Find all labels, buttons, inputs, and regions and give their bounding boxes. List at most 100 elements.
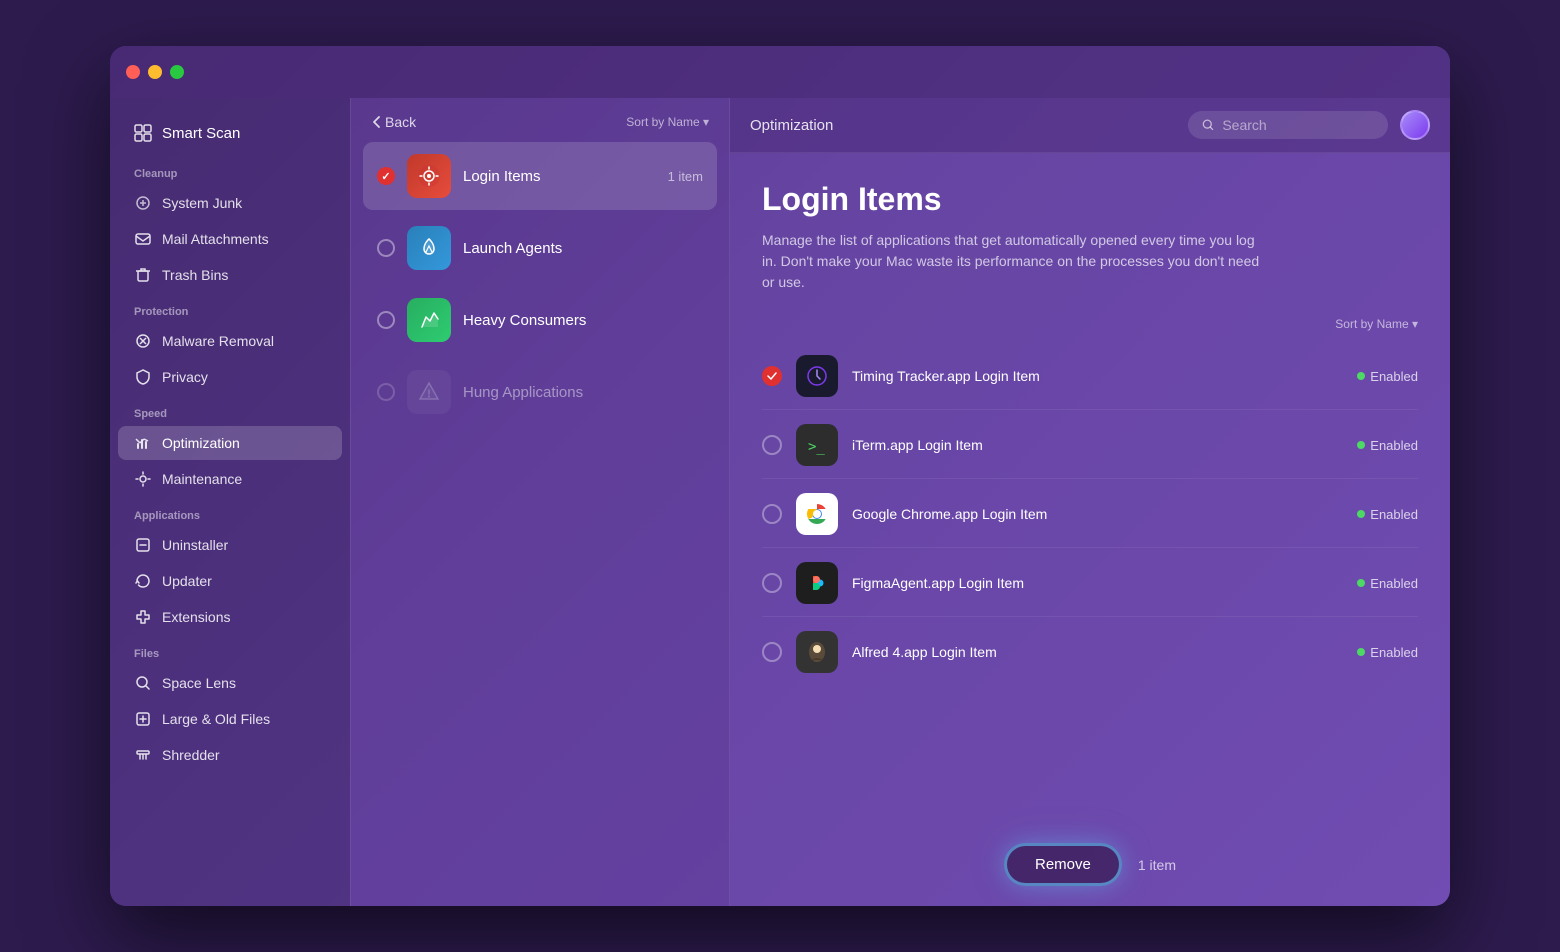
timing-status: Enabled xyxy=(1357,369,1418,384)
checkbox-chrome[interactable] xyxy=(762,504,782,524)
search-icon xyxy=(1202,118,1214,132)
sort-label[interactable]: Sort by Name ▾ xyxy=(626,115,709,129)
alfred-app-icon xyxy=(796,631,838,673)
back-button[interactable]: Back xyxy=(371,114,416,130)
login-items-count: 1 item xyxy=(668,169,703,184)
list-item-heavy-consumers[interactable]: Heavy Consumers xyxy=(363,286,717,354)
alfred-app-name: Alfred 4.app Login Item xyxy=(852,644,1343,660)
selected-item-count: 1 item xyxy=(1138,857,1176,873)
iterm-app-name: iTerm.app Login Item xyxy=(852,437,1343,453)
sidebar-item-updater[interactable]: Updater xyxy=(118,564,342,598)
sidebar-item-smart-scan[interactable]: Smart Scan xyxy=(118,114,342,152)
hung-applications-icon xyxy=(407,370,451,414)
login-item-alfred: Alfred 4.app Login Item Enabled xyxy=(762,619,1418,685)
maintenance-icon xyxy=(134,470,152,488)
hung-applications-label: Hung Applications xyxy=(463,384,703,401)
sidebar-item-system-junk[interactable]: System Junk xyxy=(118,186,342,220)
login-item-iterm: >_ iTerm.app Login Item Enabled xyxy=(762,412,1418,479)
sidebar-item-maintenance[interactable]: Maintenance xyxy=(118,462,342,496)
user-avatar[interactable] xyxy=(1400,110,1430,140)
alfred-status-label: Enabled xyxy=(1370,645,1418,660)
alfred-status-dot xyxy=(1357,648,1365,656)
sidebar-item-shredder[interactable]: Shredder xyxy=(118,738,342,772)
section-cleanup: Cleanup xyxy=(110,156,350,184)
login-item-figma: FigmaAgent.app Login Item Enabled xyxy=(762,550,1418,617)
space-lens-label: Space Lens xyxy=(162,675,236,691)
main-window: Smart Scan Cleanup System Junk Mail Atta… xyxy=(110,46,1450,906)
detail-description: Manage the list of applications that get… xyxy=(762,230,1262,293)
search-bar[interactable] xyxy=(1188,111,1388,139)
list-item-launch-agents[interactable]: Launch Agents xyxy=(363,214,717,282)
optimization-icon xyxy=(134,434,152,452)
system-junk-label: System Junk xyxy=(162,195,242,211)
timing-status-label: Enabled xyxy=(1370,369,1418,384)
heavy-consumers-icon xyxy=(407,298,451,342)
extensions-icon xyxy=(134,608,152,626)
checkbox-iterm[interactable] xyxy=(762,435,782,455)
mail-attachments-label: Mail Attachments xyxy=(162,231,269,247)
radio-heavy-consumers xyxy=(377,311,395,329)
sort-by-name[interactable]: Sort by Name ▾ xyxy=(1335,317,1418,331)
search-input[interactable] xyxy=(1222,117,1374,133)
middle-list: Login Items 1 item Launch Agents xyxy=(351,142,729,906)
timing-app-name: Timing Tracker.app Login Item xyxy=(852,368,1343,384)
section-files: Files xyxy=(110,636,350,664)
right-content: Login Items Manage the list of applicati… xyxy=(730,153,1450,823)
radio-launch-agents xyxy=(377,239,395,257)
svg-text:>_: >_ xyxy=(808,439,825,455)
sidebar-item-uninstaller[interactable]: Uninstaller xyxy=(118,528,342,562)
maintenance-label: Maintenance xyxy=(162,471,242,487)
smart-scan-label: Smart Scan xyxy=(162,125,240,142)
sidebar-item-optimization[interactable]: Optimization xyxy=(118,426,342,460)
extensions-label: Extensions xyxy=(162,609,230,625)
list-item-login-items[interactable]: Login Items 1 item xyxy=(363,142,717,210)
right-header: Optimization xyxy=(730,98,1450,153)
space-lens-icon xyxy=(134,674,152,692)
sidebar-item-mail-attachments[interactable]: Mail Attachments xyxy=(118,222,342,256)
sidebar-item-extensions[interactable]: Extensions xyxy=(118,600,342,634)
checkbox-timing[interactable] xyxy=(762,366,782,386)
checkbox-alfred[interactable] xyxy=(762,642,782,662)
right-panel: Optimization Login Items Manage the list… xyxy=(730,98,1450,906)
section-protection: Protection xyxy=(110,294,350,322)
iterm-status-label: Enabled xyxy=(1370,438,1418,453)
close-button[interactable] xyxy=(126,65,140,79)
sidebar-item-space-lens[interactable]: Space Lens xyxy=(118,666,342,700)
remove-button[interactable]: Remove xyxy=(1004,843,1122,886)
minimize-button[interactable] xyxy=(148,65,162,79)
privacy-icon xyxy=(134,368,152,386)
sidebar-item-large-old-files[interactable]: Large & Old Files xyxy=(118,702,342,736)
optimization-label: Optimization xyxy=(162,435,240,451)
section-speed: Speed xyxy=(110,396,350,424)
mail-icon xyxy=(134,230,152,248)
trash-bins-label: Trash Bins xyxy=(162,267,228,283)
sidebar-item-privacy[interactable]: Privacy xyxy=(118,360,342,394)
checkbox-figma[interactable] xyxy=(762,573,782,593)
iterm-status-dot xyxy=(1357,441,1365,449)
system-junk-icon xyxy=(134,194,152,212)
maximize-button[interactable] xyxy=(170,65,184,79)
figma-status-label: Enabled xyxy=(1370,576,1418,591)
timing-app-icon xyxy=(796,355,838,397)
figma-status: Enabled xyxy=(1357,576,1418,591)
main-content: Smart Scan Cleanup System Junk Mail Atta… xyxy=(110,98,1450,906)
large-files-icon xyxy=(134,710,152,728)
chrome-status-label: Enabled xyxy=(1370,507,1418,522)
updater-icon xyxy=(134,572,152,590)
chrome-app-icon xyxy=(796,493,838,535)
malware-removal-label: Malware Removal xyxy=(162,333,274,349)
figma-app-name: FigmaAgent.app Login Item xyxy=(852,575,1343,591)
back-label: Back xyxy=(385,114,416,130)
title-bar xyxy=(110,46,1450,98)
shredder-icon xyxy=(134,746,152,764)
shredder-label: Shredder xyxy=(162,747,220,763)
iterm-app-icon: >_ xyxy=(796,424,838,466)
privacy-label: Privacy xyxy=(162,369,208,385)
figma-status-dot xyxy=(1357,579,1365,587)
radio-checked-login-items xyxy=(377,167,395,185)
sidebar-item-trash-bins[interactable]: Trash Bins xyxy=(118,258,342,292)
panel-title: Optimization xyxy=(750,117,833,134)
sidebar: Smart Scan Cleanup System Junk Mail Atta… xyxy=(110,98,350,906)
launch-agents-label: Launch Agents xyxy=(463,240,703,257)
sidebar-item-malware-removal[interactable]: Malware Removal xyxy=(118,324,342,358)
